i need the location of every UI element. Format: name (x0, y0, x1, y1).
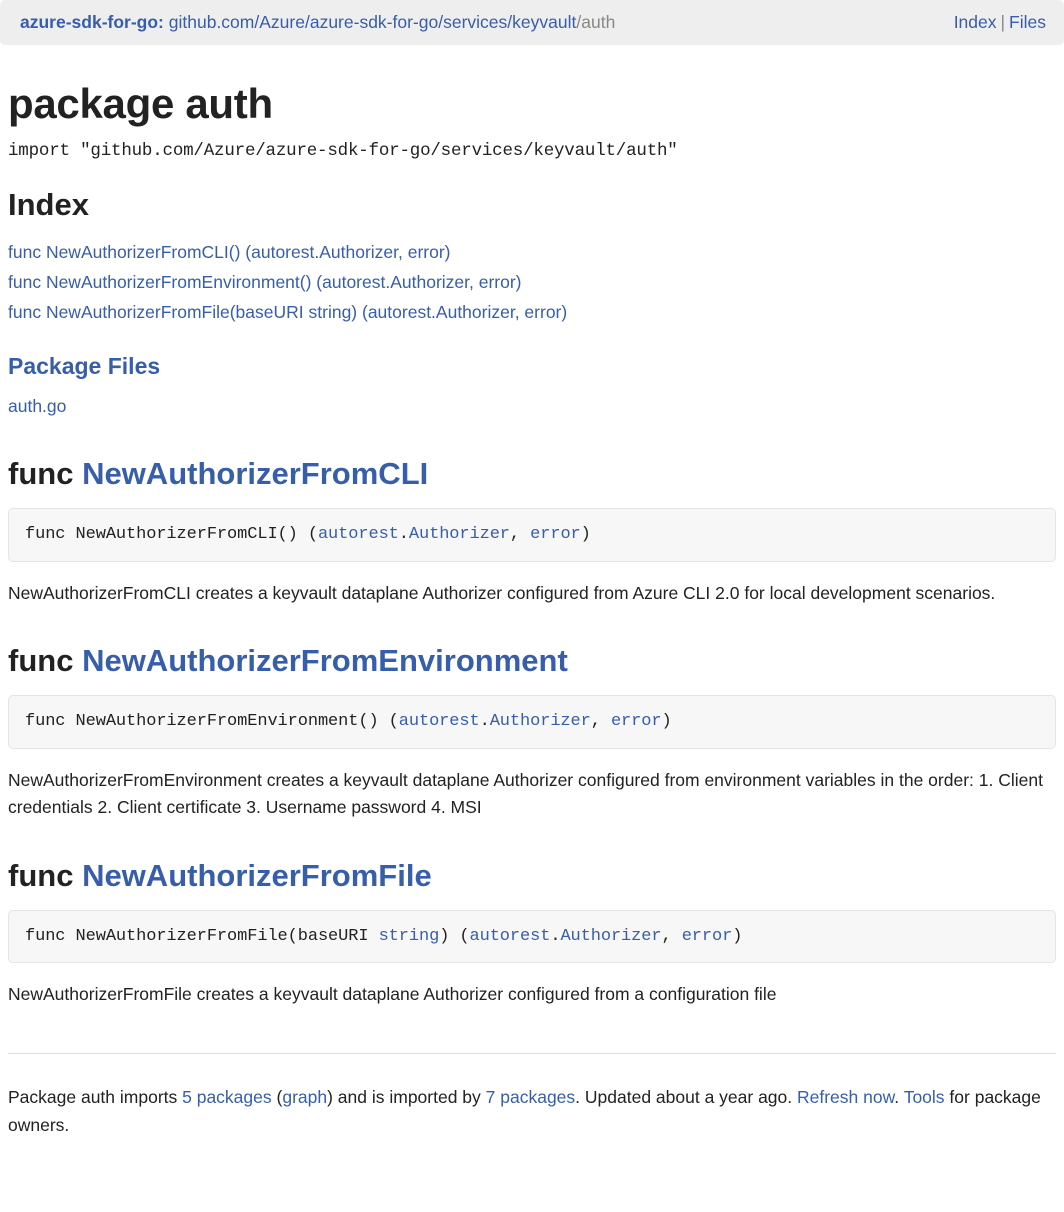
code-plain: func NewAuthorizerFromEnvironment() ( (25, 712, 399, 731)
func-description: NewAuthorizerFromFile creates a keyvault… (8, 981, 1056, 1009)
footer-link-tools[interactable]: Tools (904, 1087, 945, 1107)
func-name-link[interactable]: NewAuthorizerFromFile (82, 858, 432, 893)
breadcrumb-segment-azure[interactable]: Azure (259, 12, 305, 32)
code-identifier-error[interactable]: error (682, 927, 733, 946)
package-file-link-auth-go[interactable]: auth.go (8, 396, 66, 416)
code-block-new-authorizer-from-file: func NewAuthorizerFromFile(baseURI strin… (8, 910, 1056, 964)
breadcrumb-package-name[interactable]: azure-sdk-for-go: (20, 12, 164, 32)
func-description: NewAuthorizerFromEnvironment creates a k… (8, 767, 1056, 822)
code-plain: ) ( (439, 927, 469, 946)
code-block-new-authorizer-from-cli: func NewAuthorizerFromCLI() (autorest.Au… (8, 508, 1056, 562)
index-list: func NewAuthorizerFromCLI() (autorest.Au… (8, 237, 1056, 327)
breadcrumb: azure-sdk-for-go: github.com/Azure/azure… (20, 12, 954, 33)
package-files-list: auth.go (8, 392, 1056, 420)
code-block-new-authorizer-from-environment: func NewAuthorizerFromEnvironment() (aut… (8, 695, 1056, 749)
code-identifier-string[interactable]: string (379, 927, 440, 946)
code-identifier-authorizer[interactable]: Authorizer (490, 712, 591, 731)
code-dot: . (480, 712, 490, 731)
footer-text-part: . Updated about a year ago. (575, 1087, 797, 1107)
list-item[interactable]: func NewAuthorizerFromFile(baseURI strin… (8, 297, 1056, 327)
func-heading-new-authorizer-from-cli: func NewAuthorizerFromCLI (8, 456, 1056, 492)
index-heading: Index (8, 187, 1056, 223)
breadcrumb-segment-auth-current: auth (581, 12, 615, 32)
breadcrumb-segment-keyvault[interactable]: keyvault (512, 12, 576, 32)
index-entry-link[interactable]: func NewAuthorizerFromFile(baseURI strin… (8, 302, 567, 322)
footer-text-part: Package auth imports (8, 1087, 182, 1107)
import-statement: import "github.com/Azure/azure-sdk-for-g… (8, 141, 1056, 161)
code-identifier-autorest[interactable]: autorest (470, 927, 551, 946)
breadcrumb-segment-services[interactable]: services (443, 12, 507, 32)
code-comma: , (591, 712, 611, 731)
footer-text-part: ) and is imported by (327, 1087, 486, 1107)
footer-link-graph[interactable]: graph (282, 1087, 327, 1107)
code-plain: func NewAuthorizerFromFile(baseURI (25, 927, 379, 946)
code-comma: , (510, 525, 530, 544)
footer-link-refresh-now[interactable]: Refresh now (797, 1087, 894, 1107)
func-keyword: func (8, 456, 73, 491)
list-item[interactable]: func NewAuthorizerFromEnvironment() (aut… (8, 267, 1056, 297)
func-heading-new-authorizer-from-file: func NewAuthorizerFromFile (8, 858, 1056, 894)
footer-divider (8, 1053, 1056, 1054)
nav-separator: | (997, 12, 1010, 32)
breadcrumb-segment-github-com[interactable]: github.com (169, 12, 255, 32)
package-files-heading[interactable]: Package Files (8, 353, 1056, 380)
code-plain: ) (661, 712, 671, 731)
code-dot: . (550, 927, 560, 946)
footer-link-imports[interactable]: 5 packages (182, 1087, 272, 1107)
breadcrumb-segment-azure-sdk-for-go[interactable]: azure-sdk-for-go (310, 12, 438, 32)
code-dot: . (399, 525, 409, 544)
func-keyword: func (8, 858, 73, 893)
page-title: package auth (8, 81, 1056, 127)
nav-link-files[interactable]: Files (1009, 12, 1046, 32)
func-description: NewAuthorizerFromCLI creates a keyvault … (8, 580, 1056, 608)
code-plain: ) (732, 927, 742, 946)
footer-text-part: ( (272, 1087, 283, 1107)
nav-link-index[interactable]: Index (954, 12, 997, 32)
footer-link-imported-by[interactable]: 7 packages (486, 1087, 576, 1107)
code-identifier-autorest[interactable]: autorest (399, 712, 480, 731)
list-item[interactable]: func NewAuthorizerFromCLI() (autorest.Au… (8, 237, 1056, 267)
func-name-link[interactable]: NewAuthorizerFromCLI (82, 456, 428, 491)
code-identifier-error[interactable]: error (530, 525, 581, 544)
page-content: package auth import "github.com/Azure/az… (0, 81, 1064, 1159)
func-keyword: func (8, 643, 73, 678)
footer-summary: Package auth imports 5 packages (graph) … (8, 1084, 1056, 1159)
code-identifier-authorizer[interactable]: Authorizer (409, 525, 510, 544)
code-plain: func NewAuthorizerFromCLI() ( (25, 525, 318, 544)
code-identifier-authorizer[interactable]: Authorizer (560, 927, 661, 946)
site-header-bar: azure-sdk-for-go: github.com/Azure/azure… (0, 0, 1064, 45)
func-heading-new-authorizer-from-environment: func NewAuthorizerFromEnvironment (8, 643, 1056, 679)
code-identifier-error[interactable]: error (611, 712, 662, 731)
header-nav: Index|Files (954, 12, 1046, 33)
code-identifier-autorest[interactable]: autorest (318, 525, 399, 544)
footer-text-part: . (894, 1087, 903, 1107)
code-plain: ) (581, 525, 591, 544)
index-entry-link[interactable]: func NewAuthorizerFromCLI() (autorest.Au… (8, 242, 451, 262)
index-entry-link[interactable]: func NewAuthorizerFromEnvironment() (aut… (8, 272, 522, 292)
func-name-link[interactable]: NewAuthorizerFromEnvironment (82, 643, 568, 678)
code-comma: , (661, 927, 681, 946)
